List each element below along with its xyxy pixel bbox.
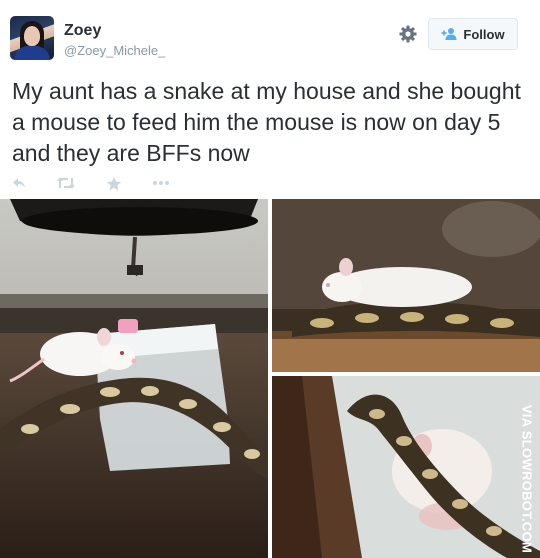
avatar-shirt — [14, 46, 50, 60]
avatar[interactable] — [10, 16, 54, 60]
follow-button[interactable]: Follow — [428, 18, 518, 50]
reply-icon[interactable] — [12, 176, 26, 194]
star-icon[interactable] — [106, 176, 122, 194]
photo-grid: VIA SLOWROBOT.COM — [0, 199, 540, 558]
photo-snake-closeup[interactable] — [272, 376, 540, 558]
display-name[interactable]: Zoey — [64, 22, 101, 40]
watermark: VIA SLOWROBOT.COM — [516, 404, 538, 554]
tweet-text: My aunt has a snake at my house and she … — [12, 78, 521, 166]
retweet-icon[interactable] — [56, 176, 76, 194]
gear-icon[interactable] — [398, 24, 418, 44]
more-icon[interactable] — [152, 176, 170, 194]
user-handle[interactable]: @Zoey_Michele_ — [64, 43, 165, 58]
watermark-text: VIA SLOWROBOT.COM — [519, 404, 535, 554]
avatar-face — [24, 26, 40, 46]
follow-label: Follow — [463, 26, 505, 42]
follow-icon — [441, 27, 457, 41]
photo-mouse-on-snake[interactable] — [0, 199, 268, 558]
photo-mouse-sleeping[interactable] — [272, 199, 540, 372]
tweet-header: Zoey @Zoey_Michele_ Follow — [0, 0, 540, 70]
